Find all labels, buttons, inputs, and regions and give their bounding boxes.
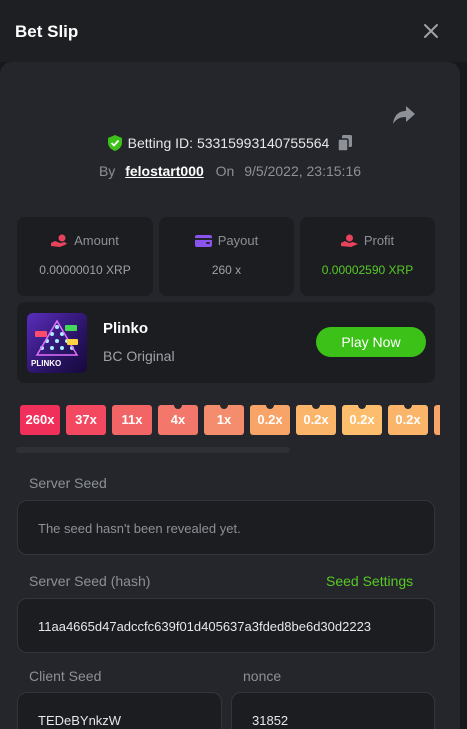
close-icon[interactable] <box>420 20 442 42</box>
coin-hand-icon <box>51 234 68 247</box>
stat-amount: Amount 0.00000010 XRP <box>17 217 153 296</box>
multiplier-scrollbar[interactable] <box>16 447 290 453</box>
server-seed-label: Server Seed <box>29 475 107 491</box>
multiplier-chip: 0.2x <box>388 405 428 435</box>
by-label: By <box>98 163 116 179</box>
nonce-label: nonce <box>243 668 282 684</box>
server-seed-hash-field[interactable]: 11aa4665d47adccfc639f01d405637a3fded8be6… <box>17 598 435 653</box>
server-seed-value: The seed hasn't been revealed yet. <box>38 521 241 536</box>
stat-amount-value: 0.00000010 XRP <box>39 263 131 277</box>
bet-date: 9/5/2022, 23:15:16 <box>244 163 362 179</box>
client-seed-field[interactable]: TEDeBYnkzW <box>17 692 222 729</box>
game-subtitle: BC Original <box>103 348 175 364</box>
bet-detail-panel: Betting ID: 53315993140755564 By felosta… <box>0 62 460 729</box>
wallet-icon <box>194 235 212 247</box>
verified-shield-icon <box>107 135 122 151</box>
game-name: Plinko <box>103 320 149 337</box>
on-label: On <box>215 163 235 179</box>
betting-id-row: Betting ID: 53315993140755564 <box>0 135 460 151</box>
server-seed-hash-label: Server Seed (hash) <box>29 573 151 589</box>
server-seed-field: The seed hasn't been revealed yet. <box>17 500 435 555</box>
multiplier-chip: 1x <box>204 405 244 435</box>
game-card: PLINKO Plinko BC Original Play Now <box>17 302 435 383</box>
multiplier-chip: 0.2x <box>342 405 382 435</box>
stat-payout-label: Payout <box>217 233 259 248</box>
multiplier-chip: 4x <box>158 405 198 435</box>
bet-slip-header: Bet Slip <box>0 0 467 62</box>
username-link[interactable]: felostart000 <box>125 163 204 179</box>
multiplier-chip: 0.2x <box>250 405 290 435</box>
nonce-value: 31852 <box>252 713 289 728</box>
betting-id-label: Betting ID: <box>127 135 194 151</box>
plinko-thumbnail[interactable]: PLINKO <box>27 313 87 373</box>
multiplier-chip: 0.2x <box>296 405 336 435</box>
bettor-row: By felostart000 On 9/5/2022, 23:15:16 <box>0 163 460 179</box>
stat-payout: Payout 260 x <box>159 217 294 296</box>
multiplier-chip: 11x <box>112 405 152 435</box>
multiplier-chip: 260x <box>20 405 60 435</box>
stat-payout-value: 260 x <box>211 263 242 277</box>
stat-profit: Profit 0.00002590 XRP <box>300 217 435 296</box>
money-hand-icon <box>340 234 358 247</box>
client-seed-value: TEDeBYnkzW <box>38 713 122 728</box>
stat-amount-label: Amount <box>74 233 119 248</box>
stat-profit-value: 0.00002590 XRP <box>321 263 414 277</box>
bet-slip-title: Bet Slip <box>15 22 79 41</box>
play-now-button[interactable]: Play Now <box>316 327 426 357</box>
multiplier-chip <box>434 405 440 435</box>
multiplier-strip[interactable]: 260x 37x 11x 4x 1x 0.2x 0.2x 0.2x 0.2x <box>20 405 440 435</box>
betting-id-value: 53315993140755564 <box>196 135 330 151</box>
seed-settings-link[interactable]: Seed Settings <box>326 573 413 589</box>
stat-profit-label: Profit <box>363 233 395 248</box>
plinko-thumb-text: PLINKO <box>31 359 62 368</box>
share-icon[interactable] <box>392 104 416 126</box>
client-seed-label: Client Seed <box>29 668 102 684</box>
server-seed-hash-value: 11aa4665d47adccfc639f01d405637a3fded8be6… <box>38 619 372 634</box>
multiplier-chip: 37x <box>66 405 106 435</box>
copy-icon[interactable] <box>338 135 353 151</box>
nonce-field[interactable]: 31852 <box>231 692 435 729</box>
